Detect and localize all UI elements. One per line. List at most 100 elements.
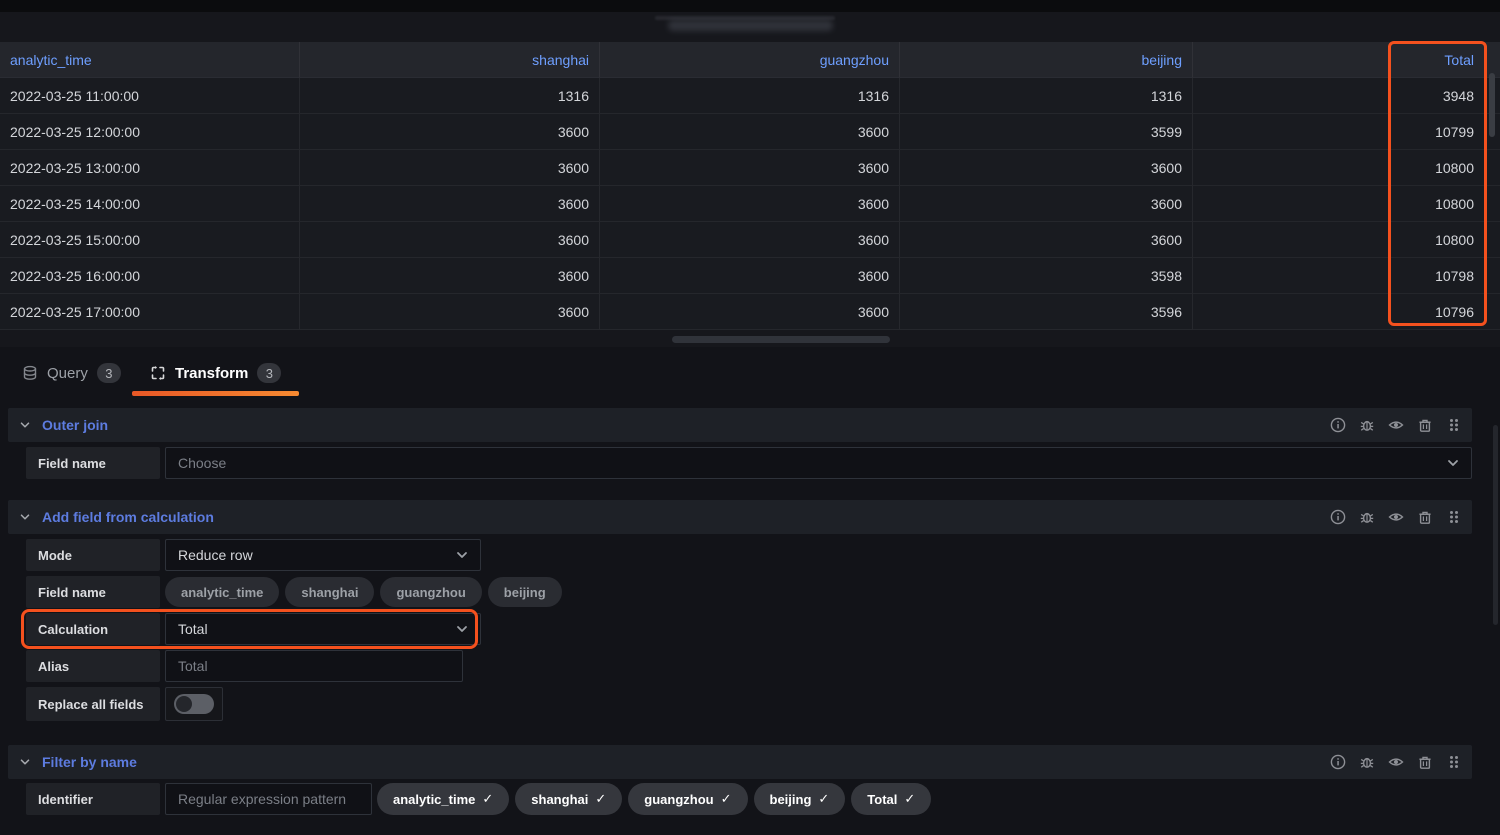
field-chip-shanghai[interactable]: shanghai [285,577,375,607]
trash-icon[interactable] [1417,754,1433,770]
top-strip [0,0,1500,12]
chevron-down-icon[interactable] [18,418,32,432]
field-name-label: Field name [26,576,160,608]
column-header-guangzhou[interactable]: guangzhou [600,42,900,78]
replace-all-fields-toggle[interactable] [165,687,223,721]
table-row: 2022-03-25 14:00:00 3600 3600 3600 10800 [0,186,1500,222]
chevron-down-icon [457,626,467,632]
chip-label: analytic_time [181,584,264,600]
drag-handle-icon[interactable] [1446,509,1462,525]
cell-beijing: 3598 [900,258,1193,294]
eye-icon[interactable] [1388,754,1404,770]
debug-icon[interactable] [1359,417,1375,433]
eye-icon[interactable] [1388,417,1404,433]
calculation-select[interactable]: Total [165,613,481,645]
cell-guangzhou: 3600 [600,114,900,150]
cell-shanghai: 3600 [300,114,600,150]
cell-time: 2022-03-25 16:00:00 [0,258,300,294]
cell-shanghai: 3600 [300,222,600,258]
cell-total: 10798 [1193,258,1500,294]
eye-icon[interactable] [1388,509,1404,525]
transform-title-add-field[interactable]: Add field from calculation [42,509,214,525]
filter-chip-shanghai[interactable]: shanghai ✓ [515,783,623,815]
filter-chip-analytic-time[interactable]: analytic_time ✓ [377,783,510,815]
transform-title-outer-join[interactable]: Outer join [42,417,108,433]
cell-total: 3948 [1193,78,1500,114]
cell-shanghai: 3600 [300,258,600,294]
trash-icon[interactable] [1417,417,1433,433]
info-icon[interactable] [1330,754,1346,770]
chevron-down-icon[interactable] [18,510,32,524]
grafana-panel-editor: analytic_time shanghai guangzhou beijing… [0,0,1500,835]
cell-total: 10800 [1193,150,1500,186]
filter-chips: analytic_time ✓ shanghai ✓ guangzhou ✓ b… [377,783,932,815]
filter-chip-guangzhou[interactable]: guangzhou ✓ [628,783,748,815]
drag-handle-icon[interactable] [1446,417,1462,433]
mode-value: Reduce row [178,547,253,563]
column-header-total[interactable]: Total [1193,42,1500,78]
table-body: 2022-03-25 11:00:00 1316 1316 1316 3948 … [0,78,1500,330]
calculation-value: Total [178,621,208,637]
transform-actions [1330,754,1462,770]
table-row: 2022-03-25 12:00:00 3600 3600 3599 10799 [0,114,1500,150]
field-chip-guangzhou[interactable]: guangzhou [380,577,482,607]
cell-guangzhou: 3600 [600,294,900,330]
active-tab-underline [132,391,300,396]
tab-query[interactable]: Query 3 [4,354,139,392]
tab-transform[interactable]: Transform 3 [132,354,300,396]
alias-label: Alias [26,650,160,682]
cell-guangzhou: 3600 [600,150,900,186]
info-icon[interactable] [1330,417,1346,433]
toggle-track [174,694,214,714]
field-chip-analytic-time[interactable]: analytic_time [165,577,280,607]
trash-icon[interactable] [1417,509,1433,525]
chip-label: guangzhou [396,584,466,600]
chevron-down-icon[interactable] [18,755,32,769]
transform-title-filter-by-name[interactable]: Filter by name [42,754,137,770]
chevron-down-icon [457,552,467,558]
chip-label: beijing [503,584,546,600]
field-name-chips-row: Field name analytic_time shanghai guangz… [26,576,562,608]
filter-chip-beijing[interactable]: beijing ✓ [753,783,846,815]
identifier-input[interactable] [165,783,372,815]
cell-beijing: 3596 [900,294,1193,330]
tab-query-badge: 3 [96,363,121,383]
filter-chip-total[interactable]: Total ✓ [851,783,932,815]
transform-header-add-field[interactable]: Add field from calculation [8,500,1472,534]
mode-select[interactable]: Reduce row [165,539,481,571]
transform-header-outer-join[interactable]: Outer join [8,408,1472,442]
blurred-panel-title [668,20,833,31]
debug-icon[interactable] [1359,509,1375,525]
toggle-knob [176,696,192,712]
column-header-analytic-time[interactable]: analytic_time [0,42,300,78]
alias-input[interactable] [165,650,463,682]
cell-shanghai: 3600 [300,150,600,186]
cell-shanghai: 1316 [300,78,600,114]
cell-shanghai: 3600 [300,294,600,330]
cell-beijing: 3600 [900,186,1193,222]
cell-total: 10800 [1193,186,1500,222]
column-header-shanghai[interactable]: shanghai [300,42,600,78]
transform-actions [1330,417,1462,433]
field-chips: analytic_time shanghai guangzhou beijing [165,576,562,608]
cell-time: 2022-03-25 11:00:00 [0,78,300,114]
mode-row: Mode Reduce row [26,539,481,571]
cell-beijing: 3599 [900,114,1193,150]
column-header-beijing[interactable]: beijing [900,42,1193,78]
drag-handle-icon[interactable] [1446,754,1462,770]
cell-beijing: 3600 [900,222,1193,258]
replace-all-fields-row: Replace all fields [26,687,223,721]
transform-header-filter-by-name[interactable]: Filter by name [8,745,1472,779]
table-vertical-scrollbar[interactable] [1489,73,1495,137]
debug-icon[interactable] [1359,754,1375,770]
cell-beijing: 3600 [900,150,1193,186]
table-horizontal-scrollbar[interactable] [672,336,890,343]
field-name-select[interactable]: Choose [165,447,1472,479]
field-chip-beijing[interactable]: beijing [487,577,562,607]
cell-total: 10799 [1193,114,1500,150]
editor-vertical-scrollbar[interactable] [1493,425,1498,625]
chip-label: shanghai [301,584,359,600]
info-icon[interactable] [1330,509,1346,525]
calculation-label: Calculation [26,613,160,645]
chip-label: shanghai [531,791,589,807]
